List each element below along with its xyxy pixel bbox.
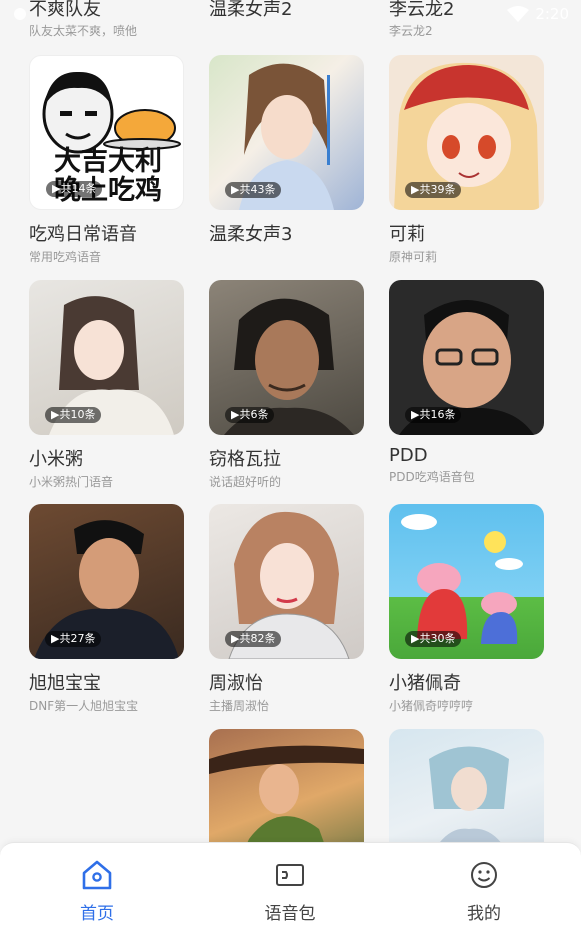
count-badge: ▶共30条 <box>405 631 462 647</box>
card-subtitle: 队友太菜不爽，喷他 <box>29 24 138 38</box>
list-item[interactable]: 温柔女声2 <box>209 0 379 22</box>
list-item[interactable]: 李云龙2 李云龙2 <box>389 0 559 39</box>
count-badge: ▶共14条 <box>46 181 103 197</box>
voice-pack-card[interactable]: ▶共39条 可莉 原神可莉 <box>389 55 545 265</box>
voice-pack-card[interactable]: ▶共10条 小米粥 小米粥热门语音 <box>29 280 185 490</box>
card-subtitle: 小猪佩奇哼哼哼 <box>389 699 474 713</box>
card-title: 温柔女声2 <box>209 0 293 20</box>
card-title: 旭旭宝宝 <box>29 673 101 694</box>
card-subtitle: 主播周淑怡 <box>209 699 270 713</box>
cover-image: ▶共16条 <box>389 280 544 435</box>
game-character-illustration <box>429 746 509 843</box>
card-subtitle: 说话超好听的 <box>209 475 282 489</box>
count-badge: ▶共16条 <box>405 407 462 423</box>
tab-voice-pack[interactable]: 语音包 <box>230 857 350 924</box>
voice-pack-card[interactable]: ▶共16条 PDD PDD吃鸡语音包 <box>389 280 545 485</box>
card-title: 温柔女声3 <box>209 224 293 245</box>
tab-home[interactable]: 首页 <box>37 857 157 924</box>
voice-pack-card[interactable]: ▶共6条 窃格瓦拉 说话超好听的 <box>209 280 365 490</box>
card-title: 可莉 <box>389 224 425 245</box>
voice-pack-card[interactable]: 大吉大利 晚上吃鸡 ▶共14条 吃鸡日常语音 常用吃鸡语音 <box>29 55 185 265</box>
card-subtitle: 原神可莉 <box>389 250 438 264</box>
card-subtitle: PDD吃鸡语音包 <box>389 470 475 484</box>
count-badge: ▶共82条 <box>225 631 282 647</box>
cover-image: ▶共6条 <box>209 280 364 435</box>
cover-image: ▶共30条 <box>389 504 544 659</box>
cover-image <box>389 729 544 843</box>
cover-image <box>209 729 364 843</box>
cover-image: ▶共39条 <box>389 55 544 210</box>
cover-image: ▶共10条 <box>29 280 184 435</box>
voice-pack-grid[interactable]: 不爽队友 队友太菜不爽，喷他 温柔女声2 李云龙2 李云龙2 大吉大利 晚上吃鸡… <box>0 0 581 843</box>
list-item[interactable]: 不爽队友 队友太菜不爽，喷他 <box>29 0 199 39</box>
voice-pack-card[interactable]: ▶共43条 温柔女声3 <box>209 55 365 248</box>
voice-pack-card[interactable]: ▶共30条 小猪佩奇 小猪佩奇哼哼哼 <box>389 504 545 714</box>
cover-image: ▶共43条 <box>209 55 364 210</box>
game-character-illustration <box>209 745 364 843</box>
card-title: 不爽队友 <box>29 0 101 20</box>
voice-pack-card[interactable]: ▶共27条 旭旭宝宝 DNF第一人旭旭宝宝 <box>29 504 185 714</box>
card-title: 小猪佩奇 <box>389 673 461 694</box>
tab-label: 我的 <box>467 904 501 924</box>
tab-label: 首页 <box>80 904 114 924</box>
bottom-tab-bar: 首页 语音包 我的 <box>0 842 581 930</box>
voice-pack-card[interactable] <box>209 729 365 843</box>
count-badge: ▶共43条 <box>225 182 282 198</box>
card-subtitle: DNF第一人旭旭宝宝 <box>29 699 139 713</box>
card-title: 吃鸡日常语音 <box>29 224 137 245</box>
count-badge: ▶共39条 <box>405 182 462 198</box>
cover-image: ▶共82条 <box>209 504 364 659</box>
card-title: 李云龙2 <box>389 0 455 20</box>
card-subtitle: 常用吃鸡语音 <box>29 250 102 264</box>
card-subtitle: 李云龙2 <box>389 24 433 38</box>
cover-image: 大吉大利 晚上吃鸡 ▶共14条 <box>29 55 184 210</box>
count-badge: ▶共6条 <box>225 407 275 423</box>
home-icon <box>82 860 112 890</box>
tab-profile[interactable]: 我的 <box>424 857 544 924</box>
meme-caption-line1: 大吉大利 <box>54 146 162 177</box>
voice-pack-card[interactable]: ▶共82条 周淑怡 主播周淑怡 <box>209 504 365 714</box>
card-title: 周淑怡 <box>209 673 263 694</box>
card-title: 小米粥 <box>29 449 83 470</box>
count-badge: ▶共27条 <box>45 631 102 647</box>
profile-smile-icon <box>471 862 497 888</box>
voice-pack-card[interactable] <box>389 729 545 843</box>
cover-image: ▶共27条 <box>29 504 184 659</box>
tab-label: 语音包 <box>264 904 316 924</box>
card-title: PDD <box>389 445 428 466</box>
voice-pack-icon <box>276 864 304 886</box>
card-subtitle: 小米粥热门语音 <box>29 475 114 489</box>
card-title: 窃格瓦拉 <box>209 449 281 470</box>
count-badge: ▶共10条 <box>45 407 102 423</box>
